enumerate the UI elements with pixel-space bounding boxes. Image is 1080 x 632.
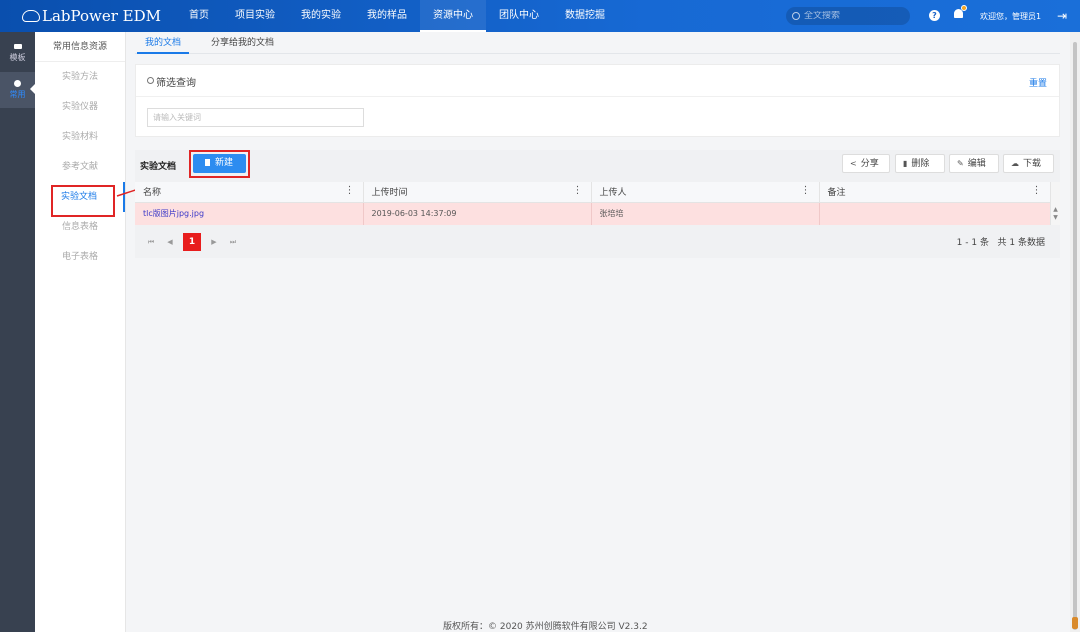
documents-title: 实验文档 — [140, 162, 177, 172]
global-search — [786, 7, 910, 25]
pagination-total: 共 1 条数据 — [997, 238, 1045, 248]
column-header-name[interactable]: 名称 ⋮ — [135, 182, 364, 203]
notification-bell-icon[interactable] — [954, 5, 967, 20]
nav-home[interactable]: 首页 — [176, 0, 222, 32]
first-page-icon[interactable]: ⏮ — [145, 236, 157, 248]
column-header-upload-time[interactable]: 上传时间 ⋮ — [363, 182, 592, 203]
scroll-up-icon[interactable]: ▲ — [1051, 206, 1060, 214]
trash-icon: ▮ — [903, 159, 908, 168]
page-number-current[interactable]: 1 — [183, 233, 201, 251]
column-label: 上传时间 — [371, 188, 408, 199]
template-icon — [13, 44, 22, 49]
sidebar-item-instruments[interactable]: 实验仪器 — [35, 92, 125, 122]
column-label: 上传人 — [599, 188, 627, 199]
share-icon: < — [850, 159, 857, 168]
global-search-input[interactable] — [804, 11, 904, 21]
table-scrollbar[interactable]: ▲ ▼ — [1050, 182, 1060, 225]
welcome-text: 欢迎您，管理员1 — [980, 12, 1042, 21]
cell-uploader: 张培培 — [591, 202, 820, 225]
download-label: 下载 — [1023, 159, 1042, 169]
share-button[interactable]: < 分享 — [842, 154, 890, 173]
delete-button[interactable]: ▮ 删除 — [895, 154, 945, 173]
logout-icon[interactable]: ⇥ — [1057, 9, 1067, 23]
top-navbar: LabPower EDM 首页 项目实验 我的实验 我的样品 资源中心 团队中心… — [0, 0, 1080, 32]
annotation-highlight-box — [51, 185, 115, 217]
main-nav: 首页 项目实验 我的实验 我的样品 资源中心 团队中心 数据挖掘 — [176, 0, 618, 32]
edit-button[interactable]: ✎ 编辑 — [949, 154, 999, 173]
rail-item-templates[interactable]: 模板 — [0, 36, 35, 72]
resource-sidebar: 常用信息资源 实验方法 实验仪器 实验材料 参考文献 实验文档 信息表格 电子表… — [35, 32, 126, 632]
column-header-note[interactable]: 备注 ⋮ — [819, 182, 1051, 203]
rail-label: 模板 — [9, 53, 26, 62]
page-scrollbar[interactable] — [1070, 32, 1080, 632]
cloud-download-icon: ☁ — [1011, 159, 1019, 168]
cell-note — [819, 202, 1051, 225]
scroll-down-icon[interactable]: ▼ — [1051, 214, 1060, 222]
column-menu-icon[interactable]: ⋮ — [345, 185, 355, 196]
brand-name: LabPower EDM — [42, 7, 162, 25]
pagination-range: 1 - 1 条 — [956, 238, 989, 248]
cell-upload-time: 2019-06-03 14:37:09 — [363, 202, 592, 225]
edit-label: 编辑 — [967, 159, 986, 169]
doc-tabs: 我的文档 分享给我的文档 — [135, 32, 1060, 54]
rail-label: 常用 — [9, 90, 26, 99]
sidebar-title: 常用信息资源 — [35, 32, 125, 62]
nav-data-mining[interactable]: 数据挖掘 — [552, 0, 618, 32]
pencil-icon: ✎ — [957, 159, 964, 168]
reset-button[interactable]: 重置 — [1029, 76, 1047, 89]
filter-title: 筛选查询 — [156, 78, 196, 89]
new-button-label: 新建 — [215, 158, 234, 168]
main-content: 我的文档 分享给我的文档 筛选查询 重置 实验文档 新建 <分享 ▮删除 ✎编辑… — [135, 32, 1060, 632]
table-row[interactable]: tlc版图片jpg.jpg 2019-06-03 14:37:09 张培培 — [135, 202, 1051, 225]
nav-team-center[interactable]: 团队中心 — [486, 0, 552, 32]
rail-item-common[interactable]: 常用 — [0, 72, 35, 108]
nav-projects[interactable]: 项目实验 — [222, 0, 288, 32]
table-header-row: 名称 ⋮ 上传时间 ⋮ 上传人 ⋮ 备注 ⋮ — [135, 182, 1051, 203]
column-menu-icon[interactable]: ⋮ — [1032, 185, 1042, 196]
documents-table: 名称 ⋮ 上传时间 ⋮ 上传人 ⋮ 备注 ⋮ tlc版图片jpg.jpg 2019-06… — [135, 182, 1051, 225]
file-icon — [205, 159, 210, 166]
sidebar-item-methods[interactable]: 实验方法 — [35, 62, 125, 92]
scrollbar-thumb[interactable] — [1073, 42, 1077, 630]
nav-resource-center[interactable]: 资源中心 — [420, 0, 486, 32]
tab-my-documents[interactable]: 我的文档 — [137, 32, 190, 54]
pagination-info: 1 - 1 条 共 1 条数据 — [957, 235, 1045, 248]
nav-my-samples[interactable]: 我的样品 — [354, 0, 420, 32]
next-page-icon[interactable]: ▶ — [208, 236, 220, 248]
sidebar-item-references[interactable]: 参考文献 — [35, 152, 125, 182]
new-document-button[interactable]: 新建 — [193, 154, 246, 173]
cloud-logo-icon — [22, 10, 40, 22]
column-header-uploader[interactable]: 上传人 ⋮ — [591, 182, 820, 203]
tab-shared-documents[interactable]: 分享给我的文档 — [203, 32, 282, 54]
module-rail: 模板 常用 — [0, 32, 35, 632]
download-button[interactable]: ☁ 下载 — [1003, 154, 1054, 173]
delete-label: 删除 — [911, 159, 930, 169]
column-label: 名称 — [143, 188, 162, 199]
search-icon — [147, 77, 154, 84]
notification-dot — [961, 5, 967, 11]
last-page-icon[interactable]: ⏭ — [227, 236, 239, 248]
column-menu-icon[interactable]: ⋮ — [801, 185, 811, 196]
help-icon[interactable]: ? — [929, 10, 940, 21]
sidebar-item-materials[interactable]: 实验材料 — [35, 122, 125, 152]
cell-name[interactable]: tlc版图片jpg.jpg — [135, 202, 364, 225]
documents-panel: 实验文档 新建 < 分享 ▮ 删除 ✎ 编辑 ☁ 下载 名称 ⋮ 上传时间 ⋮ 上传人 ⋮ 备… — [135, 150, 1060, 258]
prev-page-icon[interactable]: ◀ — [164, 236, 176, 248]
copyright-footer: 版权所有：© 2020 苏州创腾软件有限公司 V2.3.2 — [443, 622, 648, 632]
share-label: 分享 — [860, 159, 879, 169]
nav-my-experiments[interactable]: 我的实验 — [288, 0, 354, 32]
pagination: ⏮ ◀ 1 ▶ ⏭ — [145, 233, 246, 251]
app-logo[interactable]: LabPower EDM — [22, 7, 161, 25]
filter-panel: 筛选查询 重置 — [135, 64, 1060, 137]
search-icon — [792, 12, 800, 20]
clock-icon — [14, 80, 21, 87]
column-label: 备注 — [827, 188, 846, 199]
sidebar-item-spreadsheets[interactable]: 电子表格 — [35, 242, 125, 272]
scrollbar-end-marker — [1072, 617, 1078, 629]
keyword-input[interactable] — [147, 108, 364, 127]
column-menu-icon[interactable]: ⋮ — [573, 185, 583, 196]
